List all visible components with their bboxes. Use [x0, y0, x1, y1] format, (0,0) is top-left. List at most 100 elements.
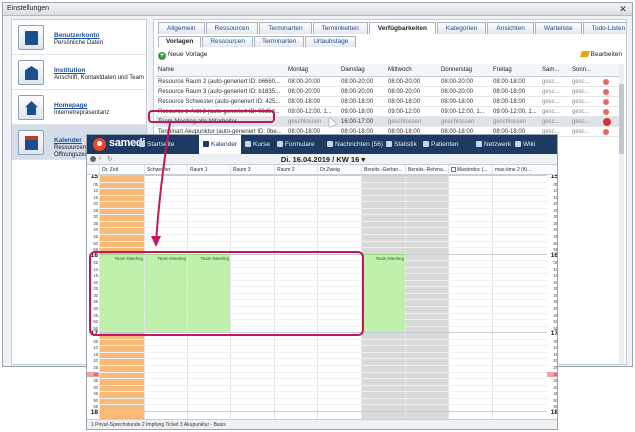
- nav-wiki[interactable]: Wiki: [515, 135, 535, 154]
- screenshot-stage: Einstellungen ✕ Benutzerkonto Persönlich…: [0, 0, 635, 432]
- tab-7[interactable]: Warteliste: [534, 22, 582, 34]
- minute-label: 45: [553, 312, 558, 318]
- book-icon: [515, 141, 521, 147]
- subtab-1[interactable]: Ressourcen: [202, 36, 254, 47]
- nav-patienten[interactable]: Patienten: [423, 135, 458, 154]
- nav-item-title[interactable]: Institution: [54, 67, 85, 74]
- calendar-column[interactable]: [492, 175, 537, 419]
- checkbox-icon[interactable]: [451, 167, 456, 172]
- column-header-label: Raum 1: [190, 167, 208, 173]
- column-header[interactable]: Bereits.-Gerber...: [361, 165, 405, 175]
- nav-item-title[interactable]: Homepage: [54, 102, 87, 109]
- table-cell: 08:00-18:00: [341, 99, 374, 105]
- new-template-button[interactable]: + Neue Vorlage: [158, 51, 207, 60]
- house-icon: [139, 141, 145, 147]
- tab-3[interactable]: Terminketten: [312, 22, 368, 34]
- tab-5[interactable]: Kategorien: [436, 22, 487, 34]
- home-icon: [18, 95, 44, 120]
- patient-icon: [423, 141, 429, 147]
- table-cell: 16:00-17:00: [341, 119, 374, 125]
- tab-0[interactable]: Allgemein: [158, 22, 205, 34]
- table-cell: geschlossen: [441, 119, 475, 125]
- minute-label: 15: [553, 194, 558, 200]
- minute-label: 30: [553, 214, 558, 220]
- grid-header-cell[interactable]: Sonn...: [570, 64, 600, 76]
- table-row[interactable]: Resource Raum 3 (auto-generiert ID: b183…: [156, 87, 624, 97]
- nav-item-title[interactable]: Benutzerkonto: [54, 32, 100, 39]
- column-header[interactable]: Raum 3: [230, 165, 274, 175]
- chart-icon: [386, 141, 392, 147]
- grid-header-cell[interactable]: Name: [156, 64, 286, 76]
- table-cell: 08:00-20:00: [441, 89, 474, 95]
- delete-icon[interactable]: [603, 118, 611, 126]
- calendar-column[interactable]: [448, 175, 492, 419]
- scrollbar-thumb[interactable]: [619, 84, 624, 154]
- nav-kurse[interactable]: Kurse: [245, 135, 270, 154]
- column-header[interactable]: Dr. Zeit: [99, 165, 144, 175]
- nav-item-subtitle: Persönliche Daten: [54, 40, 104, 46]
- nav-formulare[interactable]: Formulare: [277, 135, 315, 154]
- nav-item-institution[interactable]: Institution Anschrift, Kontaktdaten und …: [12, 55, 146, 90]
- grid-header-cell[interactable]: Dienstag: [339, 64, 386, 76]
- column-header[interactable]: Raum 1: [187, 165, 230, 175]
- calendar-legend: 1 Privat-Sprechstunde 2 Impfung Ticket 3…: [87, 419, 557, 429]
- tab-4[interactable]: Verfügbarkeiten: [368, 22, 436, 34]
- tab-6[interactable]: Ansichten: [487, 22, 534, 34]
- calendar-column[interactable]: [405, 175, 448, 419]
- delete-icon[interactable]: [603, 129, 609, 135]
- delete-icon[interactable]: [603, 99, 609, 105]
- grid-header-cell[interactable]: Freitag: [491, 64, 540, 76]
- time-gridline: [99, 358, 547, 360]
- nav-netzwerk[interactable]: Netzwerk: [476, 135, 511, 154]
- delete-icon[interactable]: [603, 89, 609, 95]
- table-row[interactable]: Resource Schwester (auto-generiert ID: 4…: [156, 97, 624, 107]
- table-cell: 09:00-12:00, 1...: [441, 109, 485, 115]
- delete-icon[interactable]: [603, 109, 609, 115]
- delete-icon[interactable]: [603, 79, 609, 85]
- column-header[interactable]: Masterdoc (...: [448, 165, 492, 175]
- hour-label: 17: [550, 330, 558, 338]
- column-header[interactable]: max-time 2 (Ki...: [492, 165, 537, 175]
- column-header[interactable]: Bereits.-Rehma...: [405, 165, 448, 175]
- appointment-team-meeting[interactable]: Team-Meeting: [362, 253, 405, 333]
- table-cell: 08:00-18:00: [493, 79, 526, 85]
- table-cell: gesc...: [572, 119, 590, 125]
- minute-label: 50: [553, 397, 558, 403]
- nav-item-title[interactable]: Kalender: [54, 137, 82, 144]
- table-row[interactable]: Resource Raum 2 (auto-generiert ID: b666…: [156, 77, 624, 87]
- subtab-0[interactable]: Vorlagen: [158, 36, 202, 47]
- minute-label: 05: [553, 181, 558, 187]
- nav-nachrichten[interactable]: Nachrichten (56): [327, 135, 383, 154]
- nav-item-benutzerkonto[interactable]: Benutzerkonto Persönliche Daten: [12, 20, 146, 55]
- tab-8[interactable]: Todo-Listen: [582, 22, 626, 34]
- nav-statistik[interactable]: Statistik: [386, 135, 417, 154]
- column-header[interactable]: Raum 2: [274, 165, 317, 175]
- date-selector[interactable]: Di. 16.04.2019 / KW 16 ▾: [87, 155, 557, 164]
- time-gridline: [99, 188, 547, 190]
- grid-scrollbar[interactable]: [619, 64, 624, 364]
- table-cell: 09:00-12:00, 1...: [288, 109, 332, 115]
- grid-header-cell[interactable]: Sam...: [540, 64, 570, 76]
- grid-header-cell[interactable]: Donnerstag: [439, 64, 491, 76]
- tab-2[interactable]: Terminarten: [259, 22, 312, 34]
- column-header[interactable]: Dr.Zweig: [317, 165, 361, 175]
- nav-startseite[interactable]: Startseite: [139, 135, 174, 154]
- edit-button[interactable]: Bearbeiten: [579, 51, 622, 58]
- subtab-3[interactable]: Urlaubstage: [305, 36, 357, 47]
- nav-item-homepage[interactable]: Homepage Internetrepräsentanz: [12, 90, 146, 125]
- column-header[interactable]: Schwester: [144, 165, 187, 175]
- table-cell: gesc...: [572, 129, 590, 135]
- tab-1[interactable]: Ressourcen: [205, 22, 259, 34]
- close-icon[interactable]: ✕: [618, 4, 628, 14]
- nav-label: Wiki: [523, 141, 536, 148]
- subtab-2[interactable]: Terminarten: [254, 36, 305, 47]
- minute-label: 50: [553, 319, 558, 325]
- grid-header-cell[interactable]: Montag: [286, 64, 339, 76]
- column-header-label: Bereits.-Rehma...: [408, 167, 447, 173]
- minute-label: 05: [93, 338, 98, 344]
- minute-label: 15: [553, 273, 558, 279]
- nav-kalender[interactable]: Kalender: [199, 135, 242, 154]
- table-cell: gesc...: [572, 99, 590, 105]
- grid-header-cell[interactable]: Mittwoch: [386, 64, 439, 76]
- minute-label: 25: [553, 207, 558, 213]
